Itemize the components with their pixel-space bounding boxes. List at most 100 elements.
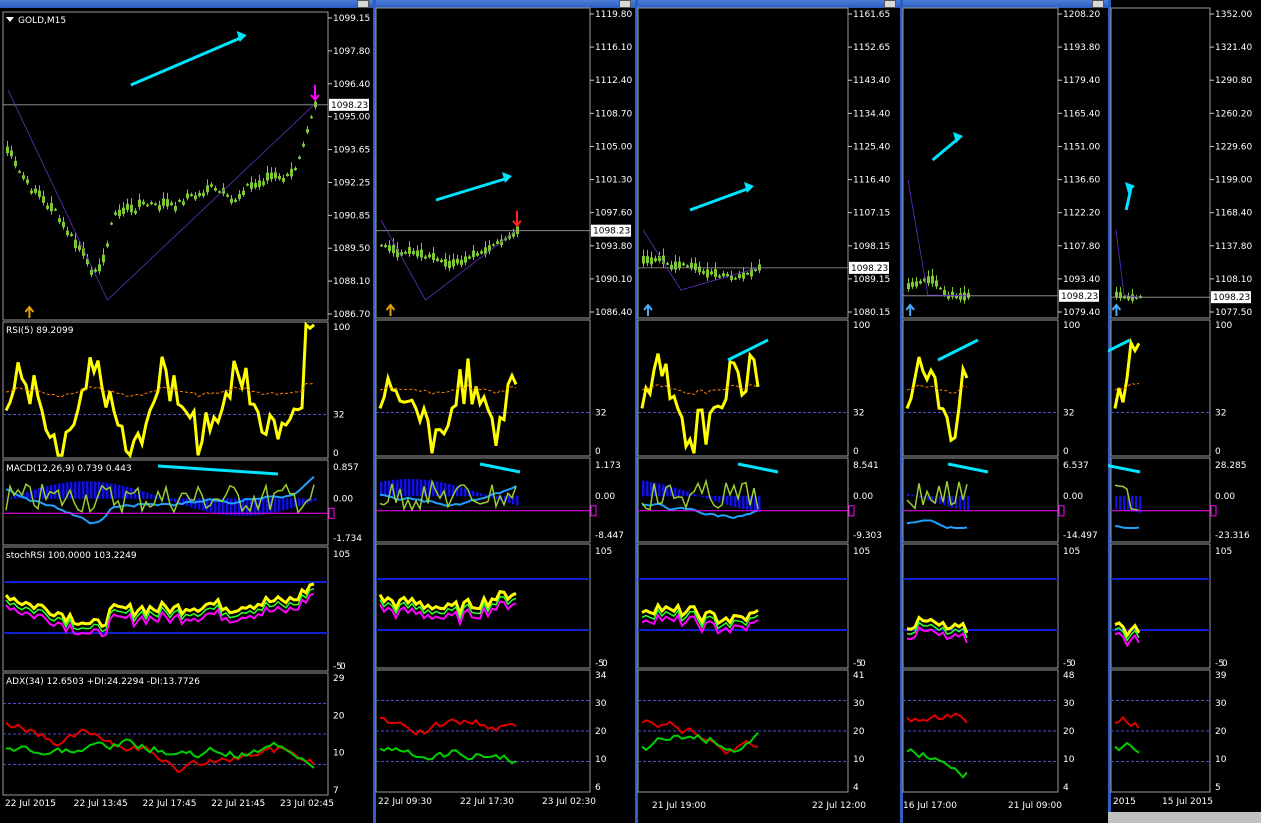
macd-axis-label: -14.497 xyxy=(1063,531,1098,541)
adx-axis-label: 10 xyxy=(1063,755,1075,765)
chart-window-2[interactable]: 1119.80 1116.10 1112.40 1108.70 1105.00 1101.… xyxy=(373,0,635,823)
candle-body xyxy=(34,188,37,193)
price-axis-label: 1116.40 xyxy=(853,176,890,186)
chart-window-5[interactable]: 1352.00 1321.40 1290.80 1260.20 1229.60 1199.… xyxy=(1108,0,1261,812)
candle-body xyxy=(943,289,946,295)
candle-body xyxy=(154,203,157,206)
candle-body xyxy=(302,143,305,147)
price-axis-label: 1179.40 xyxy=(1063,76,1100,86)
price-axis-label: 1079.40 xyxy=(1063,308,1100,318)
macd-line xyxy=(906,519,968,530)
macd-histogram-bar xyxy=(674,487,677,497)
trend-arrow xyxy=(479,462,521,474)
adx-axis-label: 10 xyxy=(595,755,607,765)
chart-canvas[interactable]: 1161.65 1152.65 1143.40 1134.40 1125.40 1116.… xyxy=(635,0,900,823)
macd-histogram-bar xyxy=(106,482,109,499)
adx-minus-di-line xyxy=(1114,715,1140,729)
macd-histogram-bar xyxy=(508,495,511,504)
price-axis-label: 1107.80 xyxy=(1063,242,1100,252)
price-axis-label: 1161.65 xyxy=(853,10,890,20)
macd-histogram-bar xyxy=(911,494,914,497)
trend-arrow xyxy=(737,462,779,474)
macd-axis-label: 0.00 xyxy=(1063,492,1083,502)
rsi-label: RSI(5) 89.2099 xyxy=(6,326,74,336)
adx-axis-label: 39 xyxy=(1215,671,1227,681)
stoch-axis-label: 105 xyxy=(595,547,612,557)
macd-histogram-bar xyxy=(702,495,705,498)
macd-histogram-bar xyxy=(642,480,645,497)
dropdown-triangle-icon[interactable] xyxy=(6,17,14,22)
candle-body xyxy=(702,270,705,274)
candle-body xyxy=(448,261,451,269)
candle-body xyxy=(754,269,757,271)
chart-canvas[interactable]: 1352.00 1321.40 1290.80 1260.20 1229.60 1199.… xyxy=(1108,0,1261,812)
price-axis-label: 1137.80 xyxy=(1215,242,1252,252)
zigzag-line xyxy=(1115,229,1140,298)
chart-canvas[interactable]: 1099.15 1097.80 1096.40 1095.00 1093.65 1092.… xyxy=(0,0,373,823)
candle-body xyxy=(959,293,962,300)
price-axis-label: 1116.10 xyxy=(595,43,632,53)
candle-body xyxy=(274,172,277,179)
time-axis-label: 16 Jul 17:00 xyxy=(903,801,957,811)
macd-line xyxy=(1114,524,1140,530)
candle-body xyxy=(158,205,161,211)
macd-histogram-bar xyxy=(90,481,93,499)
adx-axis-label: 4 xyxy=(853,783,859,793)
macd-histogram-bar xyxy=(282,498,285,511)
candle-body xyxy=(42,196,45,203)
macd-histogram-bar xyxy=(907,493,910,497)
macd-histogram-bar xyxy=(742,495,745,510)
price-axis-label: 1122.20 xyxy=(1063,209,1100,219)
chart-window-1[interactable]: 1099.15 1097.80 1096.40 1095.00 1093.65 1092.… xyxy=(0,0,373,823)
zigzag-line xyxy=(7,89,315,301)
panel-border xyxy=(375,7,591,319)
price-axis-label: 1321.40 xyxy=(1215,43,1252,53)
candle-body xyxy=(250,182,253,189)
candle-body xyxy=(166,199,169,207)
price-axis-label: 1097.80 xyxy=(333,47,370,57)
candle-body xyxy=(686,265,689,267)
candle-body xyxy=(74,239,77,249)
candle-body xyxy=(62,221,65,228)
candle-body xyxy=(210,184,213,187)
buy-arrow-icon xyxy=(24,305,35,318)
price-axis-label: 1105.00 xyxy=(595,142,632,152)
macd-axis-label: 0.00 xyxy=(853,492,873,502)
chart-window-3[interactable]: 1161.65 1152.65 1143.40 1134.40 1125.40 1116.… xyxy=(635,0,900,823)
candle-body xyxy=(94,269,97,272)
candle-body xyxy=(388,245,391,252)
macd-axis-label: 28.285 xyxy=(1215,461,1247,471)
macd-histogram-bar xyxy=(274,498,277,513)
macd-histogram-bar xyxy=(686,491,689,497)
candle-body xyxy=(30,190,33,194)
adx-plus-di-line xyxy=(379,746,517,765)
candle-body xyxy=(110,222,113,225)
panel-border xyxy=(375,319,591,457)
macd-histogram-bar xyxy=(412,479,415,497)
rsi-axis-label: 0 xyxy=(595,447,601,457)
trend-arrow xyxy=(937,338,979,362)
panel-border xyxy=(1110,669,1211,793)
macd-axis-label: 0.00 xyxy=(1215,492,1235,502)
price-axis-label: 1098.15 xyxy=(853,242,890,252)
candle-body xyxy=(238,194,241,199)
candle-body xyxy=(742,272,745,279)
chart-canvas[interactable]: 1208.20 1193.80 1179.40 1165.40 1151.00 1136.… xyxy=(900,0,1108,823)
candle-body xyxy=(78,245,81,251)
candle-body xyxy=(198,192,201,196)
panel-border xyxy=(1110,7,1211,319)
adx-axis-label: 48 xyxy=(1063,671,1075,681)
macd-marker xyxy=(848,505,855,517)
macd-histogram-bar xyxy=(484,494,487,497)
price-axis-label: 1093.40 xyxy=(1063,275,1100,285)
stoch-axis-label: 0 xyxy=(860,659,866,669)
candle-body xyxy=(907,283,910,290)
price-axis-label: 1095.00 xyxy=(333,113,370,123)
candle-body xyxy=(666,263,669,265)
time-axis-label: 22 Jul 09:30 xyxy=(378,797,432,807)
rsi-axis-label: 100 xyxy=(1215,321,1232,331)
chart-canvas[interactable]: 1119.80 1116.10 1112.40 1108.70 1105.00 1101.… xyxy=(373,0,635,823)
candle-body xyxy=(134,210,137,214)
chart-window-4[interactable]: 1208.20 1193.80 1179.40 1165.40 1151.00 1136.… xyxy=(900,0,1108,823)
candle-body xyxy=(234,199,237,202)
